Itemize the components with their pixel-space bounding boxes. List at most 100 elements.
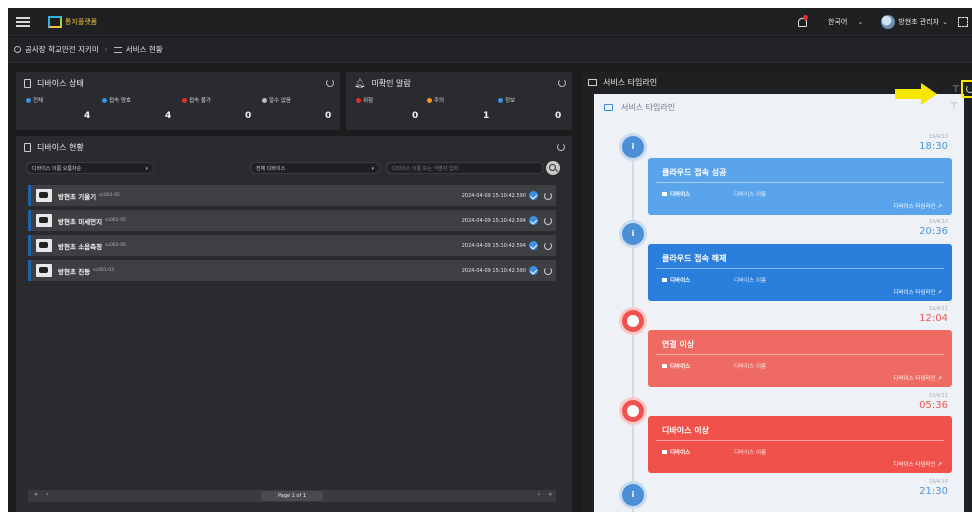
timeline-node: i (622, 484, 644, 506)
info-icon (498, 97, 503, 103)
logo-mark-icon (48, 15, 62, 28)
search-input[interactable]: 디바이스 이름 또는 식별자 입력 (386, 162, 544, 174)
device-name: 방현초 기울기 (58, 192, 97, 201)
device-id: sc001-06 (105, 243, 126, 248)
filter-icon[interactable]: ⊤ (950, 102, 958, 112)
device-square-icon (662, 364, 667, 368)
info-icon: i (631, 490, 635, 499)
event-device-label: 디바이스 (662, 276, 690, 284)
check-circle-icon (529, 216, 538, 225)
device-id: sc001-03 (93, 268, 114, 273)
event-title: 연결 이상 (662, 340, 695, 349)
highlight-box (961, 80, 972, 98)
breadcrumb-separator: › (104, 45, 108, 54)
logo-text: 통지플랫폼 (65, 17, 98, 26)
info-icon: i (631, 229, 635, 238)
yellow-arrow-annotation (895, 83, 937, 105)
app-logo[interactable]: 통지플랫폼 (48, 15, 98, 28)
timeline-panel: 서비스 타임라인 서비스 타임라인 ⊤ i 19/4/10 18:30 클라우드 … (582, 72, 972, 512)
filter-icon[interactable]: ⊤ (952, 85, 960, 95)
fullscreen-icon[interactable] (958, 17, 968, 27)
disconnected-icon (182, 97, 187, 103)
language-select[interactable]: 한국어 (828, 17, 847, 27)
device-timestamp: 2024-04-09 15:10:42.590 (461, 192, 526, 199)
top-bar: 통지플랫폼 한국어 ⌄ 방현초 관리자 ⌄ (8, 8, 972, 36)
check-circle-icon (529, 191, 538, 200)
stat-total-value: 4 (84, 111, 91, 121)
sort-select[interactable]: 디바이스 이름 오름차순 ▾ (26, 162, 154, 174)
device-id: sc001-02 (99, 193, 120, 198)
event-device-name: 디바이스 이름 (734, 278, 767, 284)
alarm-info-value: 0 (555, 111, 562, 121)
total-icon (26, 97, 31, 103)
device-thumbnail (36, 189, 52, 202)
event-time: 21:30 (919, 486, 948, 497)
device-square-icon (662, 278, 667, 282)
timeline-node: i (622, 223, 644, 245)
danger-icon (356, 97, 361, 103)
chevron-down-icon[interactable]: ⌄ (857, 18, 863, 26)
stat-disconnected-label: 접속 불가 (182, 96, 211, 104)
prev-page-button[interactable]: ‹ (46, 491, 48, 498)
refresh-icon[interactable] (326, 79, 334, 87)
device-icon (24, 79, 31, 88)
timeline-inner-title: 서비스 타임라인 (604, 102, 675, 113)
list-icon (113, 46, 122, 53)
search-button[interactable] (546, 161, 560, 175)
chevron-down-icon: ▾ (145, 166, 148, 172)
card-divider (656, 182, 944, 183)
hamburger-icon[interactable] (16, 16, 30, 27)
user-menu[interactable]: 방현초 관리자 ⌄ (881, 15, 948, 29)
timeline-event-card[interactable]: 디바이스 이상 디바이스 디바이스 이름 디바이스 타임라인 ↗ (648, 416, 952, 473)
device-timeline-link[interactable]: 디바이스 타임라인 ↗ (893, 202, 942, 210)
timeline-inner-card: 서비스 타임라인 ⊤ i 19/4/10 18:30 클라우드 접속 성공 디바이… (594, 94, 964, 512)
device-name: 방현초 미세먼지 (58, 217, 103, 226)
next-page-button[interactable]: › (538, 491, 540, 498)
page-info: Page 1 of 1 (261, 491, 323, 501)
first-page-button[interactable]: « (34, 491, 38, 498)
event-title: 클라우드 접속 해제 (662, 254, 727, 263)
breadcrumb-root[interactable]: 공사장 학교안전 지키미 (25, 44, 99, 55)
device-row[interactable]: 방현초 진동 sc001-03 2024-04-09 15:10:42.590 (28, 260, 556, 281)
stat-connected-value: 4 (165, 111, 172, 121)
bell-icon[interactable] (796, 15, 809, 28)
device-timeline-link[interactable]: 디바이스 타임라인 ↗ (893, 374, 942, 382)
refresh-icon[interactable] (544, 266, 552, 275)
device-timeline-link[interactable]: 디바이스 타임라인 ↗ (893, 288, 942, 296)
alarm-warning-label: 주의 (427, 96, 444, 104)
device-row[interactable]: 방현초 소음측정 sc001-06 2024-04-09 15:10:42.59… (28, 235, 556, 256)
event-title: 디바이스 이상 (662, 426, 709, 435)
device-filter-select[interactable]: 전체 디바이스 ▾ (250, 162, 380, 174)
bell-outline-icon: 🔔︎ (354, 78, 366, 89)
event-date: 19/4/10 18:30 (919, 134, 948, 152)
timeline-node (622, 400, 644, 422)
event-device-name: 디바이스 이름 (734, 450, 767, 456)
device-list-icon (24, 143, 31, 152)
timeline-event-card[interactable]: 클라우드 접속 해제 디바이스 디바이스 이름 디바이스 타임라인 ↗ (648, 244, 952, 301)
device-row[interactable]: 방현초 기울기 sc001-02 2024-04-09 15:10:42.590 (28, 185, 556, 206)
device-row[interactable]: 방현초 미세먼지 sc001-05 2024-04-09 15:10:42.59… (28, 210, 556, 231)
refresh-icon[interactable] (544, 216, 552, 225)
last-page-button[interactable]: » (548, 491, 552, 498)
device-status-panel: 디바이스 상태 전체 접속 양호 접속 불가 알수 없음 4 4 0 0 (16, 72, 340, 130)
alarm-warning-value: 1 (483, 111, 490, 121)
refresh-icon[interactable] (557, 143, 565, 151)
event-date: 19/4/10 20:36 (919, 219, 948, 237)
device-square-icon (662, 450, 667, 454)
card-divider (656, 440, 944, 441)
avatar (881, 15, 896, 29)
refresh-icon[interactable] (544, 241, 552, 250)
refresh-icon[interactable] (544, 191, 552, 200)
timeline-event-card[interactable]: 클라우드 접속 성공 디바이스 디바이스 이름 디바이스 타임라인 ↗ (648, 158, 952, 215)
stat-unknown-value: 0 (325, 111, 332, 121)
refresh-icon[interactable] (558, 79, 566, 87)
timeline-title: 서비스 타임라인 (588, 77, 657, 88)
pagination: « ‹ Page 1 of 1 › » (28, 490, 556, 502)
timeline-event-card[interactable]: 연결 이상 디바이스 디바이스 이름 디바이스 타임라인 ↗ (648, 330, 952, 387)
device-timeline-link[interactable]: 디바이스 타임라인 ↗ (893, 460, 942, 468)
event-device-name: 디바이스 이름 (734, 192, 767, 198)
device-thumbnail (36, 239, 52, 252)
alarm-danger-label: 위험 (356, 96, 373, 104)
device-thumbnail (36, 214, 52, 227)
unknown-icon (262, 97, 267, 103)
